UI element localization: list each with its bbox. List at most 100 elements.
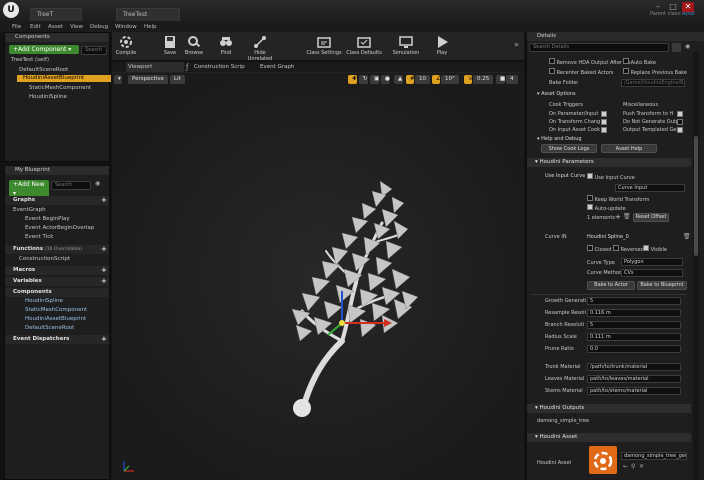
event-overlap-item[interactable]: Event ActorBeginOverlap [25,225,94,232]
viewport-menu-icon[interactable]: ▾ [114,75,122,84]
tree-item-static-mesh[interactable]: StaticMeshComponent [29,85,91,92]
add-macro-icon[interactable]: + [101,266,107,274]
houdini-parameters-header[interactable]: ▾ Houdini Parameters [527,158,691,167]
property-matrix-icon[interactable] [672,43,681,52]
auto-bake-checkbox[interactable] [623,58,629,64]
curve-type-dropdown[interactable]: Polygon [621,258,683,266]
on-param-checkbox[interactable] [601,111,607,117]
self-item[interactable]: TreeTest (self) [11,57,49,64]
recenter-row[interactable]: Recenter Baked Actors [549,68,613,76]
houdini-asset-picker[interactable]: damong_simple_tree_gen [621,452,687,460]
menu-file[interactable]: File [12,22,21,32]
event-dispatchers-category[interactable]: Event Dispatchers [5,335,109,344]
tab-construction-script[interactable]: Construction Scrip [194,62,245,72]
details-search-input[interactable]: Search Details [529,43,669,52]
houdini-asset-header[interactable]: ▾ Houdini Asset [527,433,691,442]
variables-category[interactable]: Variables [5,277,109,286]
details-scrollbar-thumb[interactable] [694,136,698,256]
components-search-input[interactable]: Search [81,46,107,55]
bake-to-blueprint-button[interactable]: Bake to Blueprint [637,281,687,290]
hide-unrelated-button[interactable]: Hide Unrelated [242,32,278,62]
push-transform-checkbox[interactable] [677,111,683,117]
tree-item-houdini-asset-blueprint[interactable]: HoudiniAssetBlueprint [17,75,111,82]
components-tab[interactable]: Components [5,33,109,42]
camera-speed-value[interactable]: 4 [506,75,518,84]
radius-scale-slider[interactable]: 0.111 m [587,333,681,341]
closed-checkbox[interactable] [587,245,593,251]
tree-item-houdini-spline[interactable]: HoudiniSpline [29,94,67,101]
add-element-icon[interactable]: + [615,213,621,221]
scale-snap-icon[interactable]: ⇲ [464,75,473,84]
use-input-curve-row[interactable]: Use Input Curve [587,173,635,181]
menu-help[interactable]: Help [144,22,157,32]
surface-snap-icon[interactable]: ▲ [394,75,403,84]
components-category[interactable]: Components [5,288,109,297]
closed-row[interactable]: Closed [587,245,611,253]
add-variable-icon[interactable]: + [101,277,107,285]
translate-tool-icon[interactable]: ✚ [348,75,357,84]
class-settings-button[interactable]: Class Settings [306,32,342,60]
compile-button[interactable]: Compile [112,32,140,60]
var-default-scene-root[interactable]: DefaultSceneRoot [25,325,74,332]
simulation-button[interactable]: Simulation [390,32,422,60]
viewport-canvas[interactable]: ▾ Perspective Lit ✚ ↻ ▣ ● ▲ # 10 ∠ 10° ⇲… [112,73,524,480]
show-cook-logs-button[interactable]: Show Cook Logs [541,144,597,153]
asset-browse-icon[interactable]: ← [623,463,628,470]
recenter-checkbox[interactable] [549,68,555,74]
var-houdini-spline[interactable]: HoudiniSpline [25,298,63,305]
event-graph-item[interactable]: EventGraph [13,207,46,214]
bake-folder-input[interactable]: /Game/HoudiniEngine/Bake [621,79,685,87]
replace-prev-row[interactable]: Replace Previous Bake [623,68,687,76]
tab-tree[interactable]: TreeT [30,8,82,21]
toolbar-overflow-icon[interactable]: » [514,40,519,49]
remove-hda-row[interactable]: Remove HDA Output After Ba [549,58,630,66]
asset-clear-icon[interactable]: ✕ [639,463,644,470]
asset-options-header[interactable]: ▾ Asset Options [537,91,576,97]
stems-material-input[interactable]: path/to/stems/material [587,387,681,395]
houdini-outputs-header[interactable]: ▾ Houdini Outputs [527,404,691,413]
curve-method-dropdown[interactable]: CVs [621,269,683,277]
details-tab[interactable]: Details [527,32,704,41]
visible-checkbox[interactable] [643,245,649,251]
view-options-icon[interactable]: ◉ [95,180,107,188]
rotation-snap-icon[interactable]: ∠ [432,75,441,84]
bake-to-actor-button[interactable]: Bake to Actor [587,281,635,290]
event-beginplay-item[interactable]: Event BeginPlay [25,216,70,223]
maximize-button[interactable]: □ [667,2,679,12]
on-input-cook-checkbox[interactable] [601,127,607,133]
my-blueprint-tab[interactable]: My Blueprint [5,166,109,175]
visible-row[interactable]: Visible [643,245,667,253]
camera-speed-icon[interactable]: ■ [496,75,505,84]
find-button[interactable]: Find [212,32,240,60]
reversed-row[interactable]: Reversed [613,245,644,253]
lit-button[interactable]: Lit [170,75,185,84]
tab-treetest[interactable]: TreeTest [116,8,180,21]
functions-category[interactable]: Functions (16 Overridable) [5,245,109,254]
tab-viewport[interactable]: Viewport [126,62,184,72]
asset-search-icon[interactable]: ⚲ [631,463,635,470]
branch-res-slider[interactable]: 5 [587,321,681,329]
help-debug-header[interactable]: ▾ Help and Debug [537,136,582,142]
reset-offset-button[interactable]: Reset Offset [633,213,669,222]
use-input-curve-checkbox[interactable] [587,173,593,179]
add-dispatcher-icon[interactable]: + [101,335,107,343]
add-function-icon[interactable]: + [101,245,107,253]
class-defaults-button[interactable]: Class Defaults [346,32,382,60]
add-graph-icon[interactable]: + [101,196,107,204]
out-templated-checkbox[interactable] [677,127,683,133]
auto-bake-row[interactable]: Auto Bake [623,58,656,66]
prune-ratio-slider[interactable]: 0.0 [587,345,681,353]
no-gen-out-checkbox[interactable] [677,119,683,125]
replace-prev-checkbox[interactable] [623,68,629,74]
grid-snap-icon[interactable]: # [406,75,415,84]
var-static-mesh[interactable]: StaticMeshComponent [25,307,87,314]
tab-event-graph[interactable]: Event Graph [260,62,294,72]
browse-button[interactable]: Browse [180,32,208,60]
keep-world-checkbox[interactable] [587,195,593,201]
houdini-asset-thumbnail[interactable] [589,446,617,474]
auto-update-checkbox[interactable] [587,204,593,210]
menu-view[interactable]: View [70,22,83,32]
world-space-icon[interactable]: ● [381,75,390,84]
delete-element-icon[interactable]: 🗑 [623,213,631,220]
rotation-snap-value[interactable]: 10° [441,75,459,84]
